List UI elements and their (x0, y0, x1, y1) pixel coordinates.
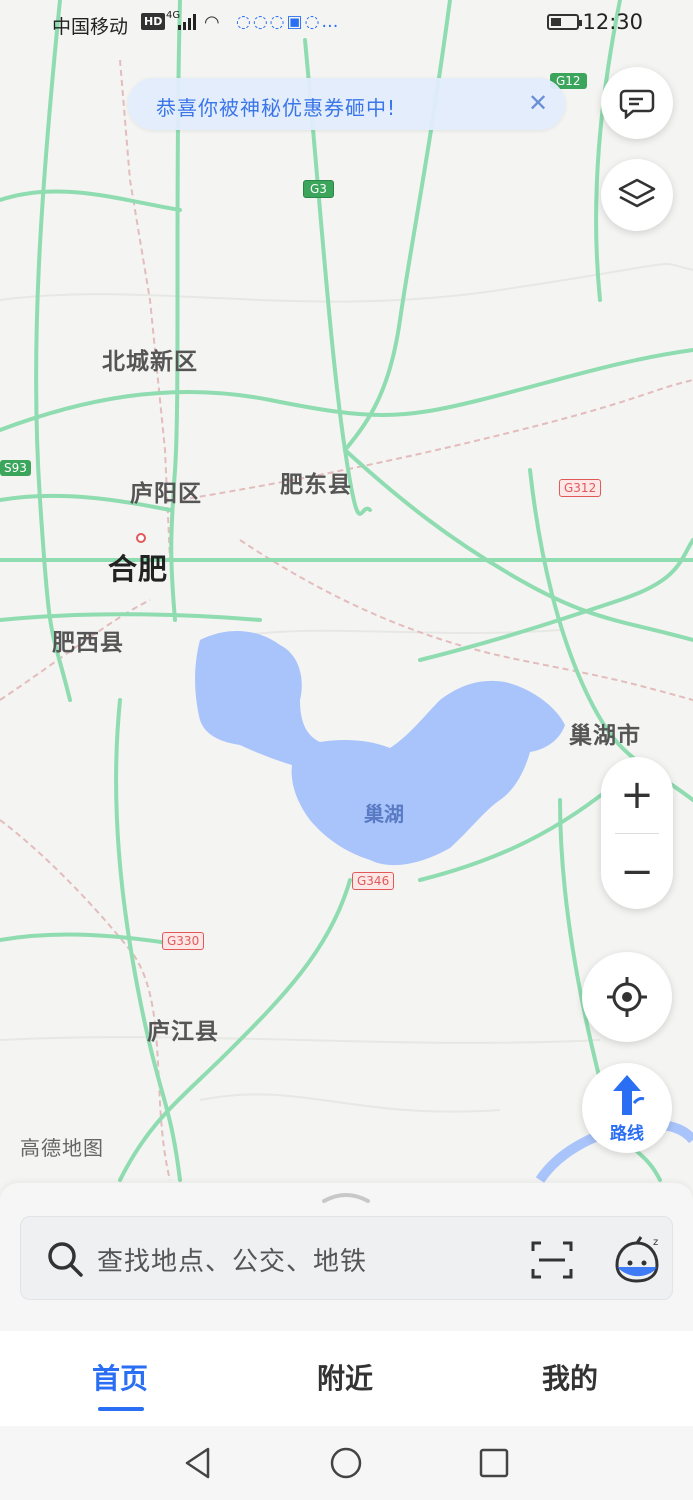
tab-home[interactable]: 首页 (92, 1357, 148, 1397)
signal-icon (178, 14, 196, 30)
route-label: 路线 (610, 1123, 644, 1144)
locate-button[interactable] (582, 952, 672, 1042)
tab-active-indicator (98, 1407, 144, 1411)
tab-nearby[interactable]: 附近 (317, 1357, 373, 1397)
locate-icon (607, 977, 647, 1017)
scan-icon[interactable] (531, 1239, 573, 1281)
svg-text:z: z (653, 1237, 658, 1248)
battery-icon (547, 14, 582, 30)
search-bar[interactable]: 查找地点、公交、地铁 z (20, 1216, 673, 1300)
search-icon (48, 1242, 83, 1277)
status-bar: 中国移动 HD 4G ◠ ◌◌◌▣◌… 12:30 (0, 0, 693, 46)
notification-icons: ◌◌◌▣◌… (236, 12, 341, 32)
zoom-in-button[interactable]: + (601, 757, 673, 832)
bottom-sheet[interactable]: 查找地点、公交、地铁 z (0, 1183, 693, 1331)
message-icon (619, 89, 655, 119)
zoom-control: + − (601, 757, 673, 909)
back-icon[interactable] (182, 1446, 214, 1480)
system-navigation-bar (0, 1426, 693, 1500)
tab-mine[interactable]: 我的 (542, 1357, 598, 1397)
route-button[interactable]: 路线 (582, 1063, 672, 1153)
hd-badge: HD (141, 13, 166, 30)
clock: 12:30 (582, 10, 643, 34)
promo-text[interactable]: 恭喜你被神秘优惠券砸中! (156, 92, 396, 121)
feedback-button[interactable] (601, 67, 673, 139)
promo-banner[interactable]: 恭喜你被神秘优惠券砸中! ✕ (128, 78, 565, 130)
assistant-icon[interactable]: z (611, 1233, 663, 1285)
close-icon[interactable]: ✕ (523, 88, 553, 118)
wifi-icon: ◠ (204, 12, 220, 33)
home-icon[interactable] (329, 1446, 363, 1480)
tab-bar: 首页 附近 我的 (0, 1331, 693, 1426)
layers-icon (618, 178, 656, 208)
recents-icon[interactable] (478, 1447, 510, 1479)
carrier-name: 中国移动 (52, 16, 129, 38)
chevron-up-icon[interactable] (320, 1189, 372, 1205)
layers-button[interactable] (601, 159, 673, 231)
map-watermark: 高德地图 (20, 1136, 104, 1160)
route-arrow-icon (613, 1074, 645, 1115)
zoom-out-button[interactable]: − (601, 834, 673, 909)
search-input[interactable]: 查找地点、公交、地铁 (97, 1241, 367, 1278)
